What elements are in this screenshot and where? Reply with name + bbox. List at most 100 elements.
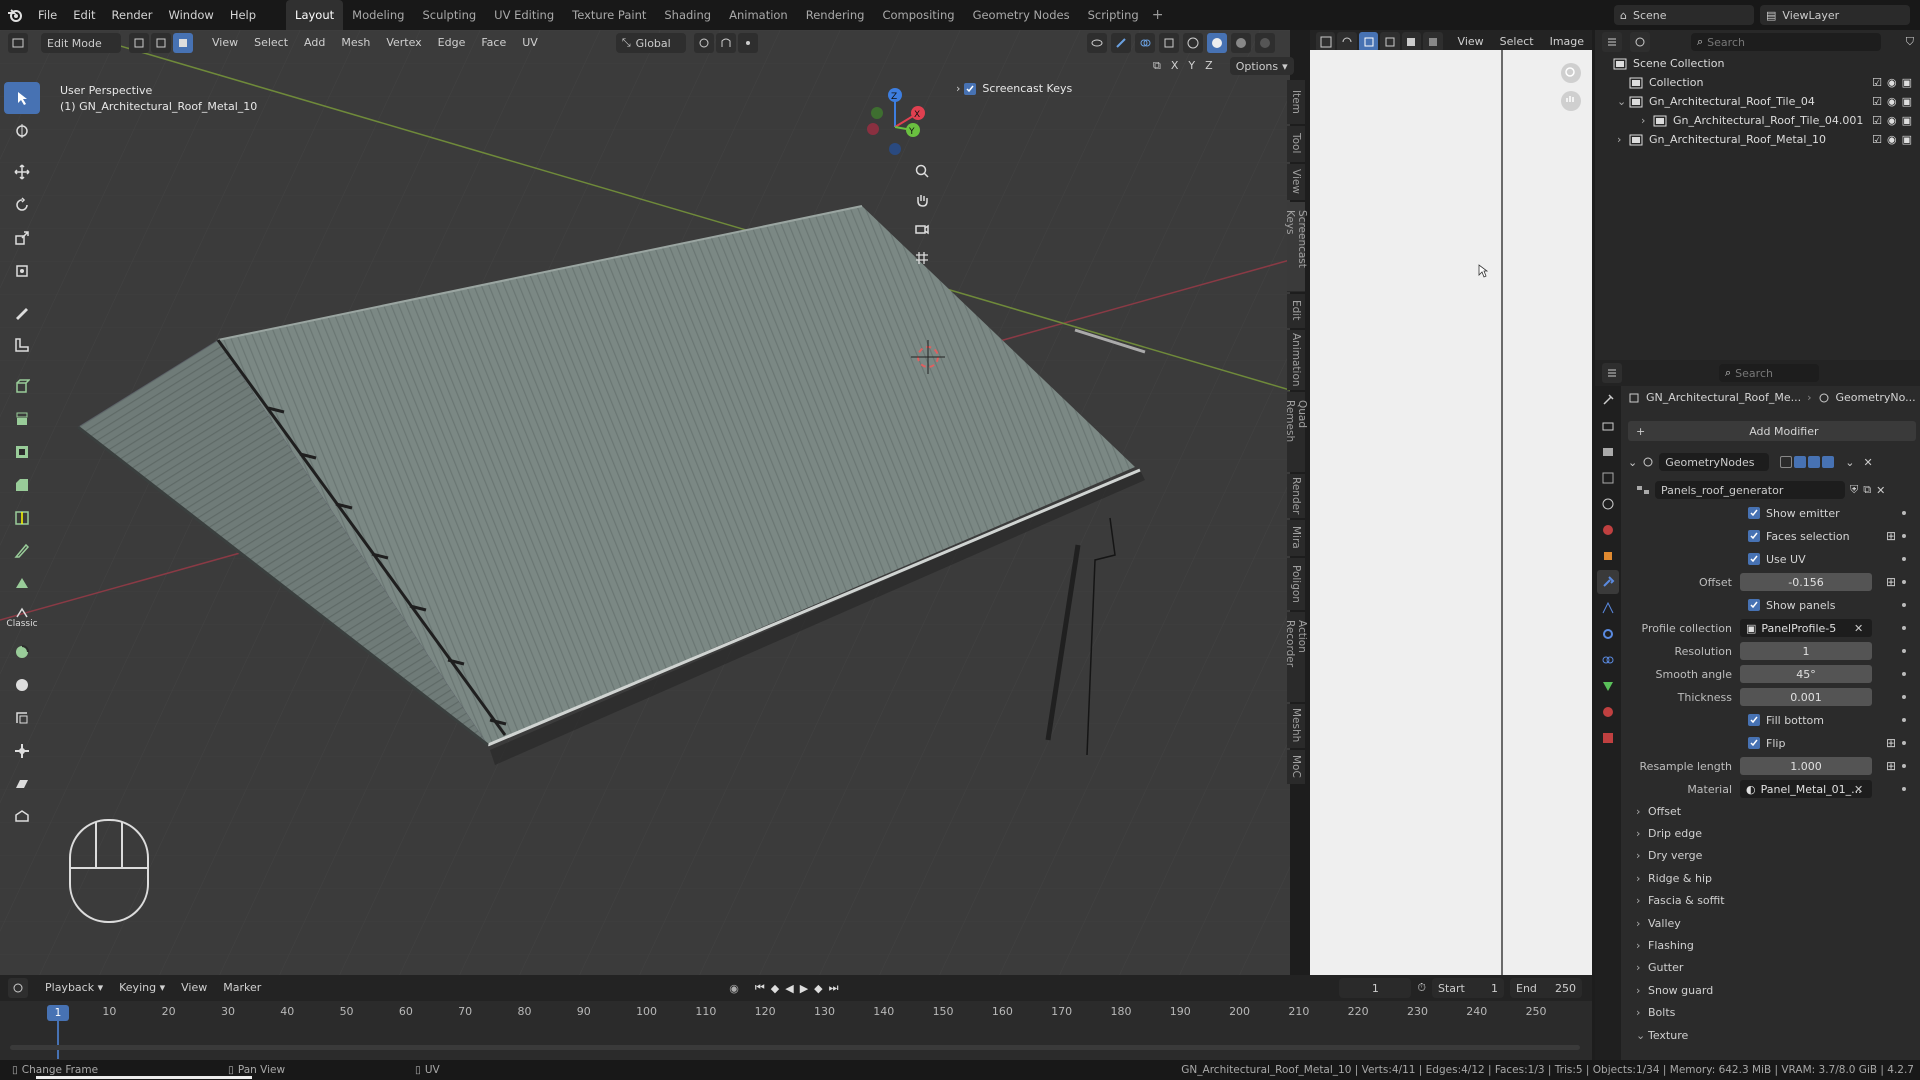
subpanel-fascia-soffit[interactable]: › Fascia & soffit bbox=[1636, 891, 1725, 911]
keyframe-dot-icon[interactable] bbox=[1902, 603, 1906, 607]
jump-keyframe-back-icon[interactable]: ◆ bbox=[771, 982, 779, 995]
move-tool-icon[interactable] bbox=[4, 156, 40, 188]
face-select-icon[interactable] bbox=[173, 33, 193, 53]
attribute-toggle-icon[interactable]: ⊞ bbox=[1886, 759, 1896, 773]
camera-view-icon[interactable] bbox=[911, 218, 933, 240]
outliner-type-icon[interactable] bbox=[1602, 32, 1622, 52]
keyframe-dot-icon[interactable] bbox=[1902, 787, 1906, 791]
checkbox[interactable] bbox=[1748, 737, 1760, 749]
duplicate-icon[interactable]: ⧉ bbox=[1863, 483, 1871, 497]
extrude-tool-icon[interactable] bbox=[4, 403, 40, 435]
render-tab-icon[interactable] bbox=[1597, 414, 1619, 438]
zoom-icon[interactable] bbox=[911, 160, 933, 182]
viewport-menu-add[interactable]: Add bbox=[296, 31, 333, 55]
outliner-row[interactable]: Scene Collection bbox=[1601, 54, 1920, 73]
expand-chevron-icon[interactable]: › bbox=[1617, 133, 1629, 146]
subpanel-gutter[interactable]: › Gutter bbox=[1636, 958, 1683, 978]
outliner-row[interactable]: Collection ☑ ◉ ▣ bbox=[1601, 73, 1920, 92]
value-field[interactable]: 1 bbox=[1740, 642, 1872, 660]
subpanel-snow-guard[interactable]: › Snow guard bbox=[1636, 980, 1713, 1000]
view-layer-tab-icon[interactable] bbox=[1597, 466, 1619, 490]
editor-type-icon[interactable] bbox=[8, 33, 28, 53]
sidebar-tab-tool[interactable]: Tool bbox=[1287, 126, 1305, 162]
properties-type-icon[interactable] bbox=[1602, 363, 1622, 383]
xray-icon[interactable] bbox=[1159, 33, 1179, 53]
eye-icon[interactable]: ◉ bbox=[1887, 76, 1897, 89]
add-modifier-button[interactable]: + Add Modifier bbox=[1628, 421, 1916, 441]
exclude-checkbox-icon[interactable]: ☑ bbox=[1872, 114, 1882, 127]
snap-icon[interactable] bbox=[715, 33, 736, 53]
keyframe-dot-icon[interactable] bbox=[1902, 534, 1906, 538]
select-box-tool-icon[interactable] bbox=[4, 82, 40, 114]
viewport-display-icon[interactable] bbox=[1808, 456, 1821, 468]
keyframe-dot-icon[interactable] bbox=[1902, 649, 1906, 653]
keyframe-dot-icon[interactable] bbox=[1902, 672, 1906, 676]
camera-icon[interactable]: ▣ bbox=[1902, 133, 1912, 146]
object-selector[interactable]: ◐ Panel_Metal_01_... bbox=[1740, 780, 1872, 798]
viewport-menu-vertex[interactable]: Vertex bbox=[378, 31, 429, 55]
attribute-toggle-icon[interactable]: ⊞ bbox=[1886, 575, 1896, 589]
menu-render[interactable]: Render bbox=[104, 0, 161, 30]
subpanel-dry-verge[interactable]: › Dry verge bbox=[1636, 846, 1702, 866]
mirror-icon[interactable]: ⧉ bbox=[1150, 54, 1164, 78]
stopwatch-icon[interactable]: ⏱ bbox=[1417, 981, 1426, 995]
unlink-icon[interactable]: ✕ bbox=[1876, 484, 1885, 497]
shrink-fatten-tool-icon[interactable] bbox=[4, 735, 40, 767]
node-group-selector[interactable]: Panels_roof_generator bbox=[1655, 481, 1845, 499]
checkbox[interactable] bbox=[1748, 530, 1760, 542]
exclude-checkbox-icon[interactable]: ☑ bbox=[1872, 76, 1882, 89]
ortho-grid-icon[interactable] bbox=[911, 247, 933, 269]
gizmo-toggle-icon[interactable] bbox=[1111, 33, 1131, 53]
camera-icon[interactable]: ▣ bbox=[1902, 114, 1912, 127]
options-dropdown[interactable]: Options ▾ bbox=[1229, 57, 1294, 75]
jump-keyframe-forward-icon[interactable]: ◆ bbox=[814, 982, 822, 995]
value-field[interactable]: 45° bbox=[1740, 665, 1872, 683]
timeline-scrollbar[interactable] bbox=[10, 1045, 1580, 1050]
sidebar-tab-render[interactable]: Render bbox=[1287, 474, 1305, 518]
sidebar-tab-quad-remesh[interactable]: Quad Remesh bbox=[1284, 392, 1308, 472]
uv-canvas[interactable] bbox=[1310, 50, 1592, 975]
clear-icon[interactable]: ✕ bbox=[1854, 622, 1863, 635]
annotate-tool-icon[interactable] bbox=[4, 296, 40, 328]
loop-cut-tool-icon[interactable] bbox=[4, 502, 40, 534]
play-icon[interactable]: ▶ bbox=[800, 982, 808, 995]
object-tab-icon[interactable] bbox=[1597, 544, 1619, 568]
data-tab-icon[interactable] bbox=[1597, 674, 1619, 698]
viewport-menu-edge[interactable]: Edge bbox=[430, 31, 474, 55]
workspace-tab-shading[interactable]: Shading bbox=[655, 0, 720, 30]
texture-tab-icon[interactable] bbox=[1597, 726, 1619, 750]
world-tab-icon[interactable] bbox=[1597, 518, 1619, 542]
subpanel-valley[interactable]: › Valley bbox=[1636, 913, 1681, 933]
render-display-icon[interactable] bbox=[1822, 456, 1835, 468]
cursor-tool-icon[interactable] bbox=[4, 115, 40, 147]
sidebar-tab-action-recorder[interactable]: Action Recorder bbox=[1284, 612, 1308, 702]
sidebar-tab-mira[interactable]: Mira bbox=[1287, 520, 1305, 556]
workspace-tab-geometry-nodes[interactable]: Geometry Nodes bbox=[964, 0, 1079, 30]
subpanel-offset[interactable]: › Offset bbox=[1636, 801, 1681, 821]
view-layer-selector[interactable]: ▤ ViewLayer bbox=[1760, 5, 1910, 25]
expand-chevron-icon[interactable]: › bbox=[1641, 114, 1653, 127]
checkbox[interactable] bbox=[1748, 507, 1760, 519]
pan-hand-icon[interactable] bbox=[911, 189, 933, 211]
value-field[interactable]: 1.000 bbox=[1740, 757, 1872, 775]
inset-tool-icon[interactable] bbox=[4, 436, 40, 468]
filter-icon[interactable]: ⛉ bbox=[1906, 35, 1914, 49]
measure-tool-icon[interactable] bbox=[4, 329, 40, 361]
playback-menu[interactable]: Playback ▾ bbox=[37, 976, 111, 1000]
keyframe-dot-icon[interactable] bbox=[1902, 695, 1906, 699]
camera-icon[interactable]: ▣ bbox=[1902, 76, 1912, 89]
checkbox[interactable] bbox=[1748, 714, 1760, 726]
checkbox[interactable] bbox=[1748, 553, 1760, 565]
jump-start-icon[interactable]: ⏮ bbox=[755, 981, 765, 995]
poly-build-tool-icon[interactable] bbox=[4, 568, 40, 600]
keying-menu[interactable]: Keying ▾ bbox=[111, 976, 173, 1000]
remove-modifier-icon[interactable]: ✕ bbox=[1863, 456, 1872, 469]
clear-icon[interactable]: ✕ bbox=[1854, 783, 1863, 796]
value-field[interactable]: 0.001 bbox=[1740, 688, 1872, 706]
eye-icon[interactable]: ◉ bbox=[1887, 95, 1897, 108]
viewport-menu-view[interactable]: View bbox=[204, 31, 246, 55]
material-tab-icon[interactable] bbox=[1597, 700, 1619, 724]
viewport-menu-uv[interactable]: UV bbox=[514, 31, 546, 55]
vertex-select-icon[interactable] bbox=[129, 33, 149, 53]
visibility-icon[interactable] bbox=[1087, 33, 1107, 53]
